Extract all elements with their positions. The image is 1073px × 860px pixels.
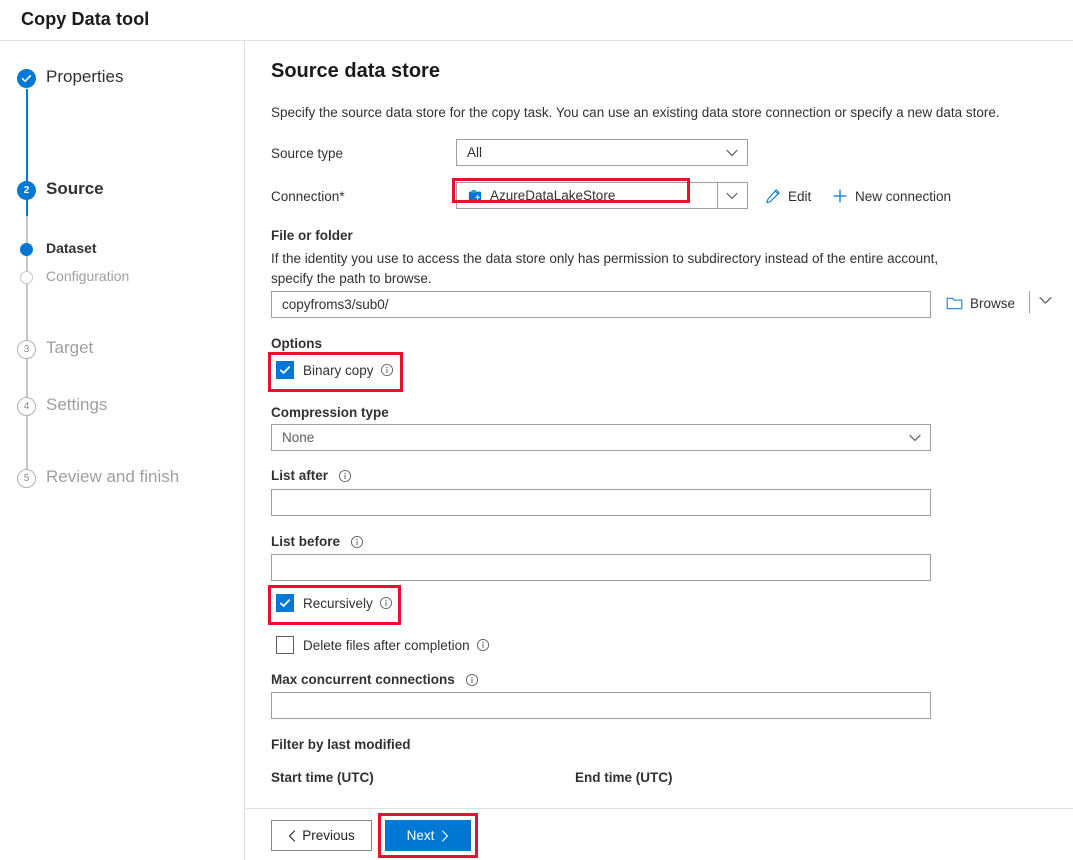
new-connection-label: New connection <box>855 188 952 204</box>
sidebar-item-target[interactable]: 3 Target <box>0 338 245 370</box>
recursively-checkbox[interactable] <box>276 594 294 612</box>
next-button[interactable]: Next <box>385 820 471 851</box>
connection-value: AzureDataLakeStore <box>490 188 616 203</box>
list-after-info-icon[interactable] <box>338 469 352 483</box>
sidebar-label-settings: Settings <box>46 395 108 414</box>
wizard-footer: Previous Next <box>246 808 1073 860</box>
source-data-store-panel: Source data store Specify the source dat… <box>246 41 1073 860</box>
delete-files-info-icon[interactable] <box>476 638 490 652</box>
delete-files-checkbox[interactable] <box>276 636 294 654</box>
connection-select[interactable]: AzureDataLakeStore <box>456 182 748 209</box>
options-label: Options <box>271 336 322 351</box>
list-after-label: List after <box>271 468 329 483</box>
list-before-input[interactable] <box>271 554 931 581</box>
new-connection-button[interactable]: New connection <box>832 188 951 204</box>
filter-by-last-modified-label: Filter by last modified <box>271 737 411 752</box>
list-after-label-row: List after <box>271 468 352 483</box>
recursively-label: Recursively <box>303 595 373 611</box>
hollow-dot-icon <box>20 271 33 284</box>
max-concurrent-label-row: Max concurrent connections <box>271 672 479 687</box>
edit-connection-button[interactable]: Edit <box>765 188 811 204</box>
start-time-label: Start time (UTC) <box>271 770 374 785</box>
sidebar-label-configuration: Configuration <box>46 268 130 284</box>
source-type-label: Source type <box>271 146 344 161</box>
list-before-label-row: List before <box>271 534 364 549</box>
source-type-select[interactable]: All <box>456 139 748 166</box>
list-before-label: List before <box>271 534 341 549</box>
step-number-5: 5 <box>17 469 36 488</box>
sidebar-label-review-and-finish: Review and finish <box>46 467 180 486</box>
step-check-icon <box>17 69 36 88</box>
panel-heading: Source data store <box>271 60 440 82</box>
previous-button[interactable]: Previous <box>271 820 372 851</box>
sidebar-label-properties: Properties <box>46 67 124 86</box>
step-number-3: 3 <box>17 340 36 359</box>
connection-label-text: Connection <box>271 189 340 204</box>
binary-copy-label: Binary copy <box>303 362 374 378</box>
step-number-4: 4 <box>17 397 36 416</box>
copy-data-tool-window: Copy Data tool Properties 2 Source Datas… <box>0 0 1073 860</box>
sidebar-item-dataset[interactable]: Dataset <box>0 240 245 270</box>
chevron-left-icon <box>288 829 296 842</box>
sidebar-item-review-and-finish[interactable]: 5 Review and finish <box>0 467 245 499</box>
max-concurrent-connections-label: Max concurrent connections <box>271 672 455 687</box>
binary-copy-info-icon[interactable] <box>380 363 394 377</box>
next-label: Next <box>406 828 435 843</box>
max-concurrent-info-icon[interactable] <box>465 673 479 687</box>
browse-divider <box>1029 291 1030 313</box>
pencil-icon <box>765 188 781 204</box>
folder-icon <box>946 296 963 311</box>
binary-copy-checkbox[interactable] <box>276 361 294 379</box>
connection-divider <box>717 183 718 208</box>
recursively-info-icon[interactable] <box>379 596 393 610</box>
source-type-value: All <box>467 145 483 160</box>
step-number-2: 2 <box>17 181 36 200</box>
title-bar: Copy Data tool <box>0 0 1073 41</box>
filled-dot-icon <box>20 243 33 256</box>
sidebar-item-source[interactable]: 2 Source <box>0 179 245 211</box>
compression-chevron-down-icon <box>900 425 930 450</box>
recursively-checkbox-row[interactable]: Recursively <box>276 594 393 612</box>
chevron-down-icon <box>717 140 747 165</box>
file-or-folder-input[interactable]: copyfroms3/sub0/ <box>271 291 931 318</box>
sidebar-item-settings[interactable]: 4 Settings <box>0 395 245 427</box>
previous-label: Previous <box>302 828 355 843</box>
required-asterisk: * <box>339 189 345 204</box>
sidebar-item-configuration[interactable]: Configuration <box>0 268 245 298</box>
delete-files-label: Delete files after completion <box>303 637 470 653</box>
delete-files-checkbox-row[interactable]: Delete files after completion <box>276 636 490 654</box>
compression-type-select[interactable]: None <box>271 424 931 451</box>
edit-connection-label: Edit <box>788 188 812 204</box>
browse-label: Browse <box>970 296 1016 311</box>
list-before-info-icon[interactable] <box>350 535 364 549</box>
wizard-sidebar: Properties 2 Source Dataset Configuratio… <box>0 41 245 860</box>
list-after-input[interactable] <box>271 489 931 516</box>
connection-chevron-down-icon[interactable] <box>717 183 747 208</box>
max-concurrent-connections-input[interactable] <box>271 692 931 719</box>
connection-label: Connection* <box>271 189 345 204</box>
compression-type-value: None <box>282 430 315 445</box>
panel-description: Specify the source data store for the co… <box>271 105 1000 120</box>
browse-button[interactable]: Browse <box>946 296 1015 311</box>
chevron-right-icon <box>441 829 449 842</box>
sidebar-item-properties[interactable]: Properties <box>0 67 245 99</box>
binary-copy-checkbox-row[interactable]: Binary copy <box>276 361 394 379</box>
azure-data-lake-store-icon <box>468 189 482 203</box>
file-or-folder-label: File or folder <box>271 228 353 243</box>
file-or-folder-value: copyfroms3/sub0/ <box>282 297 389 312</box>
sidebar-label-dataset: Dataset <box>46 240 97 256</box>
plus-icon <box>832 188 848 204</box>
compression-type-label: Compression type <box>271 405 389 420</box>
end-time-label: End time (UTC) <box>575 770 673 785</box>
browse-chevron-down-icon[interactable] <box>1039 296 1052 305</box>
file-or-folder-helper: If the identity you use to access the da… <box>271 251 939 286</box>
sidebar-label-source: Source <box>46 179 104 198</box>
page-title: Copy Data tool <box>21 9 150 29</box>
sidebar-label-target: Target <box>46 338 94 357</box>
